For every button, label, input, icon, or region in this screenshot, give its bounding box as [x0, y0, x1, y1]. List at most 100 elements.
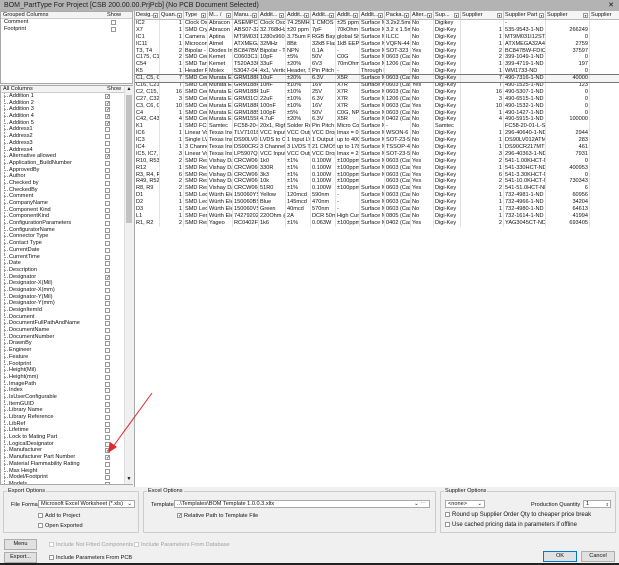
column-item[interactable]: Application_BuildNumber	[1, 159, 132, 167]
show-checkbox[interactable]: ✓	[105, 114, 110, 120]
show-checkbox[interactable]	[105, 194, 110, 200]
cancel-button[interactable]: Cancel	[581, 551, 615, 562]
grouped-column-item[interactable]: Footprint	[1, 26, 132, 33]
include-not-fitted-checkbox[interactable]: Include Not Fitted Components	[49, 542, 133, 549]
column-item[interactable]: Connector Type	[1, 233, 132, 240]
show-checkbox[interactable]	[105, 374, 110, 380]
column-item[interactable]: DrawnBy	[1, 340, 132, 347]
column-header[interactable]: Sup... ▾	[434, 11, 461, 19]
show-checkbox[interactable]	[105, 328, 110, 334]
show-checkbox[interactable]	[105, 334, 110, 340]
ok-button[interactable]: OK	[543, 551, 577, 562]
filter-dropdown-icon[interactable]: ▾	[252, 13, 257, 18]
table-row[interactable]: T3, T42Bipolar - TrDiodes IncBC847BW-Bip…	[135, 47, 619, 55]
column-item[interactable]: ApprovedBy	[1, 166, 132, 174]
table-row[interactable]: IC31Single LVDTexas InstrDS90LV012LVDS t…	[135, 137, 619, 145]
show-checkbox[interactable]	[105, 267, 110, 273]
filter-dropdown-icon[interactable]: ▾	[378, 13, 383, 18]
show-checkbox[interactable]	[105, 308, 110, 313]
column-item[interactable]: CurrentTime	[1, 253, 132, 261]
table-row[interactable]: C1, C5, C8,7SMD CeranMurata EleGRM188R61…	[135, 74, 619, 83]
show-checkbox[interactable]	[105, 341, 110, 347]
show-checkbox[interactable]	[105, 361, 110, 367]
column-item[interactable]: Designator-X(mm)	[1, 286, 132, 294]
filter-dropdown-icon[interactable]: ▾	[454, 13, 459, 18]
column-item[interactable]: Model/Footprint	[1, 474, 132, 481]
table-row[interactable]: IC21Clock OscilAbraconASEMPC-74Clock Osc…	[135, 20, 619, 27]
column-item[interactable]: ConfigurationParameters	[1, 220, 132, 227]
relative-path-checkbox[interactable]: ✓ Relative Path to Template File	[177, 513, 258, 520]
scroll-up-icon[interactable]: ▲	[125, 86, 133, 94]
show-checkbox[interactable]	[105, 221, 110, 227]
file-format-select[interactable]: Microsoft Excel Worksheet (*.xls) ⌄	[38, 500, 135, 508]
column-item[interactable]: Contact Type	[1, 240, 132, 247]
grouped-column-item[interactable]: Comment	[1, 19, 132, 26]
column-header[interactable]: Addit... ▾	[336, 11, 360, 19]
table-row[interactable]: IC111MicrocontrAtmelATXMEGA332MHz8Bit32k…	[135, 40, 619, 48]
table-row[interactable]: IC5, IC7, IC3Linear VoltTexas InstrLP590…	[135, 150, 619, 158]
show-checkbox[interactable]	[105, 247, 110, 253]
column-item[interactable]: DesignItemId	[1, 307, 132, 314]
show-checkbox[interactable]	[105, 160, 110, 166]
table-row[interactable]: D21SMD LedWürth Elec150060BS7Blue145mcd4…	[135, 199, 619, 207]
column-item[interactable]: ComponentKind	[1, 213, 132, 220]
show-checkbox[interactable]: ✓	[105, 107, 110, 113]
spin-icon[interactable]: ⇕	[606, 501, 609, 507]
table-row[interactable]: R49, R522SMD ResistVishay DalCRCW060310k…	[135, 178, 619, 186]
column-item[interactable]: Addition 2 ✓	[1, 99, 132, 107]
table-row[interactable]: R8, R92SMD ResistVishay DalCRCW060351R0±…	[135, 185, 619, 193]
table-row[interactable]: C42, C43, C4SMD CeranMurata EleGRM155R64…	[135, 116, 619, 124]
export-button[interactable]: Export...	[4, 552, 37, 563]
filter-dropdown-icon[interactable]: ▾	[353, 13, 358, 18]
column-item[interactable]: CheckedBy	[1, 186, 132, 194]
column-item[interactable]: Models	[1, 480, 132, 484]
table-row[interactable]: C541SMD TantaKemetT520A336M33uF±20%6V370…	[135, 61, 619, 69]
column-item[interactable]: Address3	[1, 139, 132, 147]
column-item[interactable]: Designator-X(Mil)	[1, 280, 132, 287]
show-checkbox[interactable]	[105, 281, 110, 287]
add-to-project-checkbox[interactable]: Add to Project	[38, 513, 80, 520]
column-item[interactable]: DocumentName	[1, 327, 132, 334]
column-header[interactable]: Supplier Part ...▾	[504, 11, 546, 19]
show-checkbox[interactable]	[105, 167, 110, 173]
column-header[interactable]: Addit... ▾	[311, 11, 336, 19]
show-checkbox[interactable]	[105, 314, 110, 320]
column-header[interactable]: Supplier Sub	[590, 11, 619, 19]
scrollbar-thumb[interactable]	[126, 95, 132, 223]
column-item[interactable]: Document	[1, 313, 132, 321]
column-item[interactable]: Address2	[1, 133, 132, 140]
table-row[interactable]: D31SMD LedWürth Elec150060VS7Green40mcd5…	[135, 206, 619, 213]
filter-dropdown-icon[interactable]: ▾	[539, 13, 544, 18]
column-item[interactable]: CurrentDate	[1, 246, 132, 254]
column-header[interactable]: Quan... ▾	[160, 11, 184, 19]
filter-dropdown-icon[interactable]: ▾	[404, 13, 409, 18]
column-header[interactable]: Addit... ▾	[286, 11, 311, 19]
table-row[interactable]: L11SMD FerritWürth Elec742792022220Ohm @…	[135, 212, 619, 220]
show-checkbox[interactable]	[105, 368, 110, 374]
column-item[interactable]: Alternative allowed ✓	[1, 153, 132, 160]
column-item[interactable]: Addition 1 ✓	[1, 93, 132, 100]
column-item[interactable]: Designator-Y(mm)	[1, 300, 132, 307]
show-checkbox[interactable]	[105, 468, 110, 474]
column-header[interactable]: Addit... ▾	[259, 11, 286, 19]
column-item[interactable]: DocumentNumber	[1, 333, 132, 341]
column-item[interactable]: Material Flammability Rating	[1, 460, 132, 468]
show-checkbox[interactable]	[105, 234, 110, 240]
show-checkbox[interactable]	[105, 461, 110, 467]
column-item[interactable]: Comment	[1, 193, 132, 200]
include-from-pcb-checkbox[interactable]: Include Parameters From PCB	[49, 555, 132, 562]
table-row[interactable]: C41SMD CeranMurata EleGRM1885C100pF±5%50…	[135, 109, 619, 117]
column-header[interactable]: Desig... ▾	[135, 11, 160, 19]
show-checkbox[interactable]	[105, 301, 110, 307]
table-row[interactable]: C16, C21, C7SMD CeranMurata EleGRM188R71…	[135, 82, 619, 89]
use-cached-checkbox[interactable]: Use cached pricing data in parameters if…	[445, 522, 577, 529]
show-checkbox[interactable]	[105, 174, 110, 180]
column-header[interactable]: Supplier Orde... ▾	[461, 11, 504, 19]
column-item[interactable]: Height(mm)	[1, 373, 132, 381]
close-icon[interactable]: ✕	[606, 0, 616, 11]
show-checkbox[interactable]	[105, 261, 110, 267]
show-checkbox[interactable]: ✓	[105, 154, 110, 160]
filter-dropdown-icon[interactable]: ▾	[226, 13, 231, 18]
show-checkbox[interactable]	[105, 214, 110, 220]
show-checkbox[interactable]	[105, 127, 110, 133]
